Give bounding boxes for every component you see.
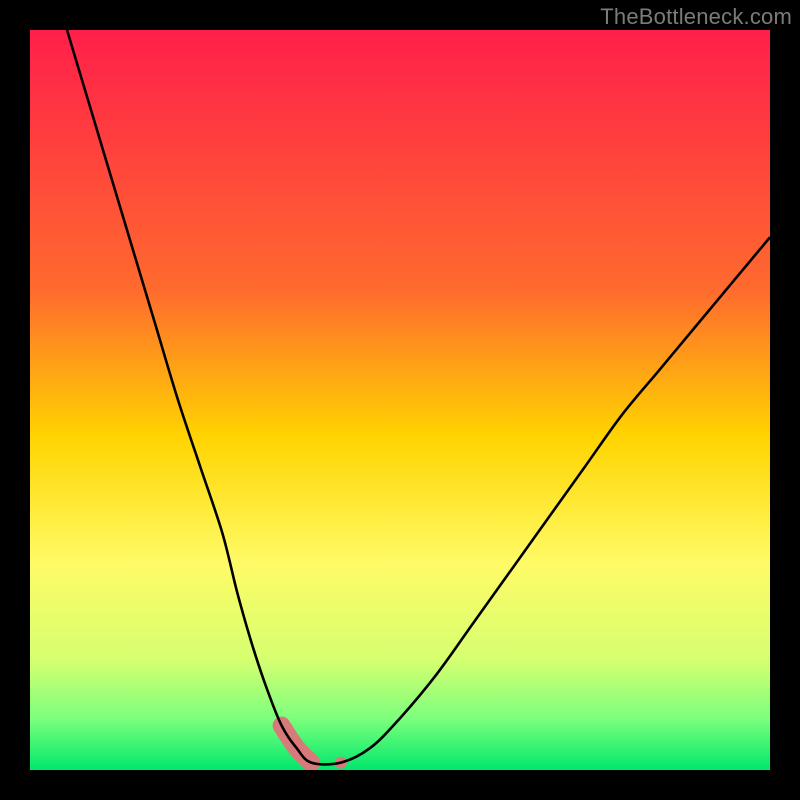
chart-frame: TheBottleneck.com [0, 0, 800, 800]
plot-area [30, 30, 770, 770]
gradient-background [30, 30, 770, 770]
attribution-label: TheBottleneck.com [600, 4, 792, 30]
bottleneck-chart [30, 30, 770, 770]
